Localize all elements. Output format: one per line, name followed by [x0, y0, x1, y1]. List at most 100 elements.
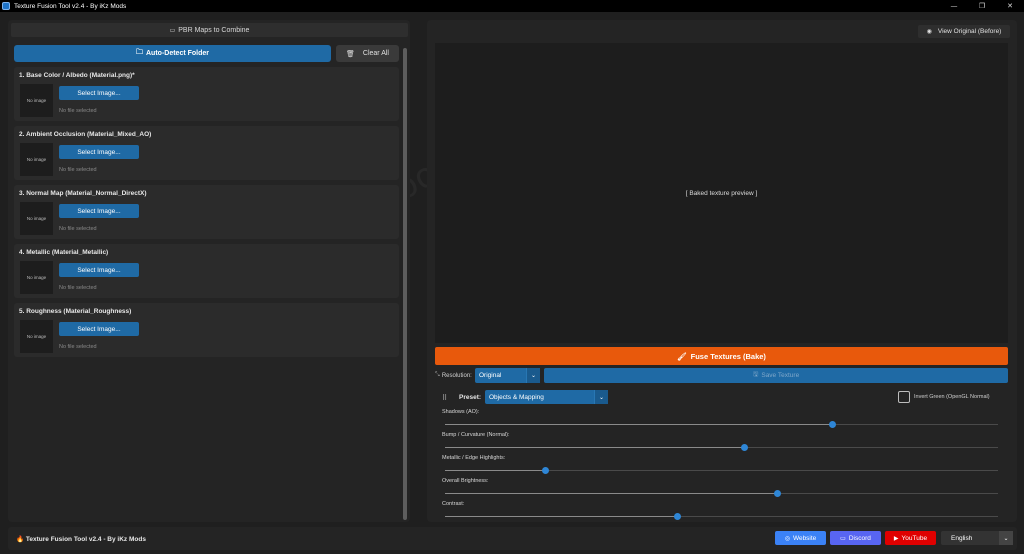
view-original-button[interactable]: ◉ View Original (Before): [918, 25, 1010, 38]
map-slot-metallic: 4. Metallic (Material_Metallic) No image…: [14, 244, 399, 298]
maps-scrollbar[interactable]: [403, 48, 407, 520]
select-image-button[interactable]: Select Image...: [59, 204, 139, 218]
select-image-button[interactable]: Select Image...: [59, 86, 139, 100]
preset-value: Objects & Mapping: [489, 393, 544, 401]
save-texture-label: Save Texture: [761, 372, 800, 379]
map-thumbnail: No image: [20, 202, 53, 235]
preview-panel: ◉ View Original (Before) [ Baked texture…: [427, 20, 1017, 522]
footer-bar: 🔥 Texture Fusion Tool v2.4 - By iKz Mods…: [8, 527, 1017, 550]
resolution-select[interactable]: Original ⌄: [475, 368, 540, 383]
metallic-edge-slider[interactable]: [445, 467, 998, 474]
map-thumbnail: No image: [20, 143, 53, 176]
file-status: No file selected: [59, 226, 97, 232]
folder-icon: ▭: [169, 27, 176, 34]
slider-label: Contrast:: [442, 501, 465, 507]
language-select[interactable]: English ⌄: [941, 531, 1013, 545]
map-thumbnail: No image: [20, 320, 53, 353]
view-original-label: View Original (Before): [937, 28, 1002, 35]
website-button[interactable]: ◎ Website: [775, 531, 826, 545]
resolution-label-text: Resolution:: [441, 372, 472, 379]
play-icon: ▶: [893, 535, 899, 542]
window-title: Texture Fusion Tool v2.4 - By iKz Mods: [14, 2, 127, 10]
maps-scrollbar-thumb[interactable]: [403, 48, 407, 520]
slider-fill: [445, 493, 777, 494]
maps-panel-header: ▭ PBR Maps to Combine: [11, 23, 408, 37]
youtube-button[interactable]: ▶ YouTube: [885, 531, 936, 545]
preview-placeholder: [ Baked texture preview ]: [685, 189, 758, 197]
bump-curvature-slider[interactable]: [445, 444, 998, 451]
fuse-label: Fuse Textures (Bake): [690, 351, 766, 361]
resolution-label: ⤡ Resolution:: [435, 372, 472, 379]
discord-icon: ▭: [840, 535, 846, 542]
map-slot-normal: 3. Normal Map (Material_Normal_DirectX) …: [14, 185, 399, 239]
slider-fill: [445, 447, 744, 448]
shadows-slider[interactable]: [445, 421, 998, 428]
slider-fill: [445, 516, 678, 517]
file-status: No file selected: [59, 344, 97, 350]
window-controls: — ❐ ✕: [940, 0, 1024, 12]
slider-label: Overall Brightness:: [442, 478, 489, 484]
language-value: English: [951, 534, 973, 542]
slider-handle[interactable]: [740, 444, 748, 451]
chevron-down-icon: ⌄: [999, 531, 1013, 545]
resolution-value: Original: [479, 372, 502, 379]
slider-handle[interactable]: [829, 421, 837, 428]
file-status: No file selected: [59, 108, 97, 114]
clear-all-button[interactable]: 🗑 Clear All: [336, 45, 399, 62]
youtube-label: YouTube: [901, 534, 928, 542]
save-texture-button[interactable]: 🖫 Save Texture: [544, 368, 1008, 383]
auto-detect-folder-button[interactable]: 🗀 Auto-Detect Folder: [14, 45, 331, 62]
maps-panel: ▭ PBR Maps to Combine 🗀 Auto-Detect Fold…: [8, 20, 410, 522]
slider-label: Metallic / Edge Highlights:: [442, 455, 506, 461]
globe-icon: ◎: [784, 535, 790, 542]
chevron-down-icon: ⌄: [526, 368, 540, 383]
grip-icon: ⠿: [442, 395, 448, 402]
fuse-textures-button[interactable]: 🖌 Fuse Textures (Bake): [435, 347, 1008, 365]
map-slot-base-color: 1. Base Color / Albedo (Material.png)* N…: [14, 67, 399, 121]
slider-handle[interactable]: [674, 513, 682, 520]
brightness-slider[interactable]: [445, 490, 998, 497]
website-label: Website: [792, 534, 817, 542]
fuse-icon: 🖌: [677, 351, 687, 361]
map-slot-title: 4. Metallic (Material_Metallic): [19, 249, 109, 256]
file-status: No file selected: [59, 167, 97, 173]
texture-preview: [ Baked texture preview ]: [435, 43, 1008, 343]
slider-fill: [445, 424, 833, 425]
discord-button[interactable]: ▭ Discord: [830, 531, 881, 545]
slider-handle[interactable]: [541, 467, 549, 474]
preset-label: Preset:: [459, 394, 482, 401]
map-thumbnail: No image: [20, 261, 53, 294]
slider-fill: [445, 470, 545, 471]
clear-all-label: Clear All: [362, 50, 389, 57]
trash-icon: 🗑: [346, 50, 355, 58]
map-slot-title: 2. Ambient Occlusion (Material_Mixed_AO): [19, 131, 152, 138]
save-icon: 🖫: [752, 371, 759, 378]
map-slot-title: 1. Base Color / Albedo (Material.png)*: [19, 72, 135, 79]
app-logo-icon: [2, 2, 10, 10]
map-slot-roughness: 5. Roughness (Material_Roughness) No ima…: [14, 303, 399, 357]
flame-icon: 🔥: [16, 536, 25, 543]
slider-label: Bump / Curvature (Normal):: [442, 432, 510, 438]
map-slot-title: 5. Roughness (Material_Roughness): [19, 308, 132, 315]
file-status: No file selected: [59, 285, 97, 291]
title-bar: Texture Fusion Tool v2.4 - By iKz Mods —…: [0, 0, 1024, 12]
slider-handle[interactable]: [773, 490, 781, 497]
invert-green-label: Invert Green (OpenGL Normal): [914, 394, 990, 400]
resize-icon: ⤡: [435, 372, 440, 378]
select-image-button[interactable]: Select Image...: [59, 145, 139, 159]
auto-detect-label: Auto-Detect Folder: [146, 50, 209, 57]
eye-icon: ◉: [926, 29, 932, 35]
map-thumbnail: No image: [20, 84, 53, 117]
select-image-button[interactable]: Select Image...: [59, 263, 139, 277]
contrast-slider[interactable]: [445, 513, 998, 520]
folder-icon: 🗀: [136, 49, 143, 56]
maximize-button[interactable]: ❐: [968, 0, 996, 12]
minimize-button[interactable]: —: [940, 0, 968, 12]
slider-label: Shadows (AO):: [442, 409, 480, 415]
invert-green-checkbox[interactable]: [898, 391, 910, 403]
preset-select[interactable]: Objects & Mapping ⌄: [485, 390, 608, 404]
close-button[interactable]: ✕: [996, 0, 1024, 12]
chevron-down-icon: ⌄: [594, 390, 608, 404]
select-image-button[interactable]: Select Image...: [59, 322, 139, 336]
map-slot-title: 3. Normal Map (Material_Normal_DirectX): [19, 190, 147, 197]
